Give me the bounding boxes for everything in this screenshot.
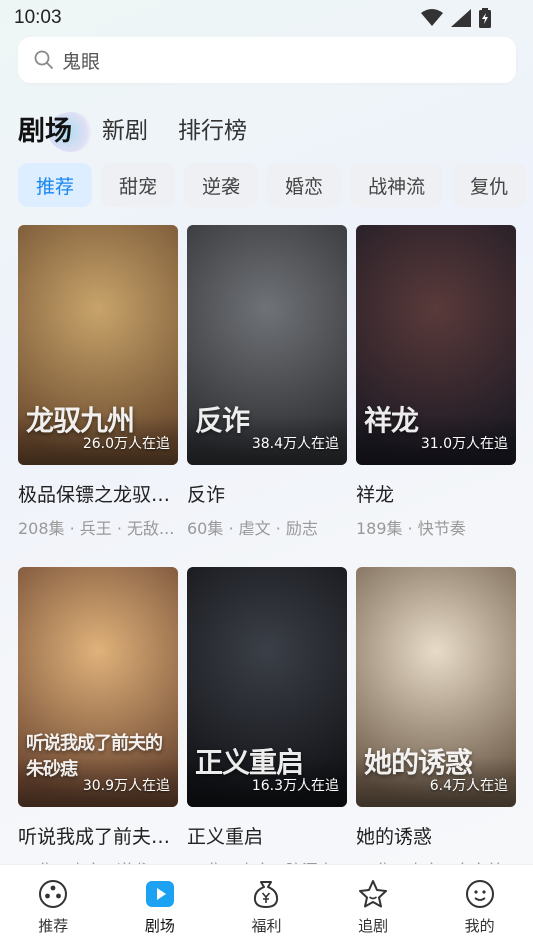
chip-war-god[interactable]: 战神流 — [350, 163, 444, 207]
poster-title-art: 听说我成了前夫的朱砂痣 — [26, 733, 163, 780]
follow-count: 6.4万人在追 — [429, 778, 508, 794]
cellular-signal-icon — [451, 9, 471, 27]
follow-count: 16.3万人在追 — [251, 778, 339, 794]
drama-poster[interactable]: 正义重启 16.3万人在追 — [187, 567, 347, 807]
drama-poster[interactable]: 她的诱惑 6.4万人在追 — [356, 567, 516, 807]
drama-poster[interactable]: 反诈 38.4万人在追 — [187, 225, 347, 465]
follow-count: 26.0万人在追 — [82, 436, 170, 452]
drama-card[interactable]: 祥龙 31.0万人在追 祥龙 189集 · 快节奏 — [356, 225, 516, 539]
top-tabs: 剧场 新剧 排行榜 — [18, 106, 277, 150]
follow-count: 38.4万人在追 — [251, 436, 339, 452]
film-reel-icon — [36, 877, 70, 911]
chip-recommend[interactable]: 推荐 — [18, 163, 93, 207]
chip-comeback[interactable]: 逆袭 — [184, 163, 259, 207]
search-bar[interactable]: 鬼眼 — [18, 37, 516, 83]
status-time: 10:03 — [14, 7, 62, 28]
drama-grid: 龙驭九州 26.0万人在追 极品保镖之龙驭九州 208集 · 兵王 · 无敌..… — [18, 225, 516, 881]
poster-title-art: 反诈 — [195, 404, 250, 437]
smiley-icon — [463, 877, 497, 911]
category-chips: 推荐 甜宠 逆袭 婚恋 战神流 复仇 — [18, 163, 527, 207]
tab-theater[interactable]: 剧场 — [18, 116, 72, 147]
drama-card[interactable]: 龙驭九州 26.0万人在追 极品保镖之龙驭九州 208集 · 兵王 · 无敌..… — [18, 225, 178, 539]
tab-ranking[interactable]: 排行榜 — [178, 111, 247, 145]
poster-title-art: 祥龙 — [364, 404, 419, 437]
drama-meta: 189集 · 快节奏 — [356, 519, 466, 538]
nav-label: 剧场 — [144, 917, 175, 935]
wifi-icon — [421, 9, 443, 26]
chip-revenge[interactable]: 复仇 — [452, 163, 527, 207]
drama-card[interactable]: 反诈 38.4万人在追 反诈 60集 · 虐文 · 励志 — [187, 225, 347, 539]
drama-poster[interactable]: 龙驭九州 26.0万人在追 — [18, 225, 178, 465]
chip-marriage[interactable]: 婚恋 — [267, 163, 342, 207]
chip-sweet-romance[interactable]: 甜宠 — [101, 163, 176, 207]
follow-count: 30.9万人在追 — [82, 778, 170, 794]
money-bag-icon — [249, 877, 283, 911]
status-bar: 10:03 — [0, 0, 533, 36]
status-icons — [421, 8, 491, 28]
battery-icon — [479, 8, 491, 28]
drama-title[interactable]: 祥龙 — [356, 480, 516, 507]
tab-new-dramas[interactable]: 新剧 — [102, 111, 148, 145]
bottom-nav: 推荐 剧场 福利 追剧 我的 — [0, 864, 533, 948]
drama-title[interactable]: 听说我成了前夫的朱砂痣 — [18, 822, 178, 849]
nav-theater[interactable]: 剧场 — [120, 877, 200, 936]
drama-card[interactable]: 她的诱惑 6.4万人在追 她的诱惑 66集 · 爽文 · 白富美 — [356, 567, 516, 881]
drama-poster[interactable]: 祥龙 31.0万人在追 — [356, 225, 516, 465]
drama-title[interactable]: 她的诱惑 — [356, 822, 516, 849]
star-icon — [356, 877, 390, 911]
drama-title[interactable]: 极品保镖之龙驭九州 — [18, 480, 178, 507]
search-icon — [34, 50, 53, 69]
nav-label: 福利 — [251, 917, 282, 935]
follow-count: 31.0万人在追 — [420, 436, 508, 452]
nav-label: 推荐 — [38, 917, 69, 935]
nav-follow[interactable]: 追剧 — [333, 877, 413, 936]
nav-label: 我的 — [464, 917, 495, 935]
nav-recommend[interactable]: 推荐 — [13, 877, 93, 936]
drama-card[interactable]: 正义重启 16.3万人在追 正义重启 70集 · 爽文 · 脑洞大 — [187, 567, 347, 881]
play-icon — [143, 877, 177, 911]
drama-title[interactable]: 反诈 — [187, 480, 347, 507]
search-input[interactable]: 鬼眼 — [62, 47, 100, 74]
drama-poster[interactable]: 听说我成了前夫的朱砂痣 30.9万人在追 — [18, 567, 178, 807]
nav-profile[interactable]: 我的 — [440, 877, 520, 936]
nav-welfare[interactable]: 福利 — [226, 877, 306, 936]
drama-card[interactable]: 听说我成了前夫的朱砂痣 30.9万人在追 听说我成了前夫的朱砂痣 56集 · 爽… — [18, 567, 178, 881]
drama-meta: 208集 · 兵王 · 无敌... — [18, 519, 175, 538]
drama-title[interactable]: 正义重启 — [187, 822, 347, 849]
drama-meta: 60集 · 虐文 · 励志 — [187, 519, 318, 538]
nav-label: 追剧 — [358, 917, 389, 935]
